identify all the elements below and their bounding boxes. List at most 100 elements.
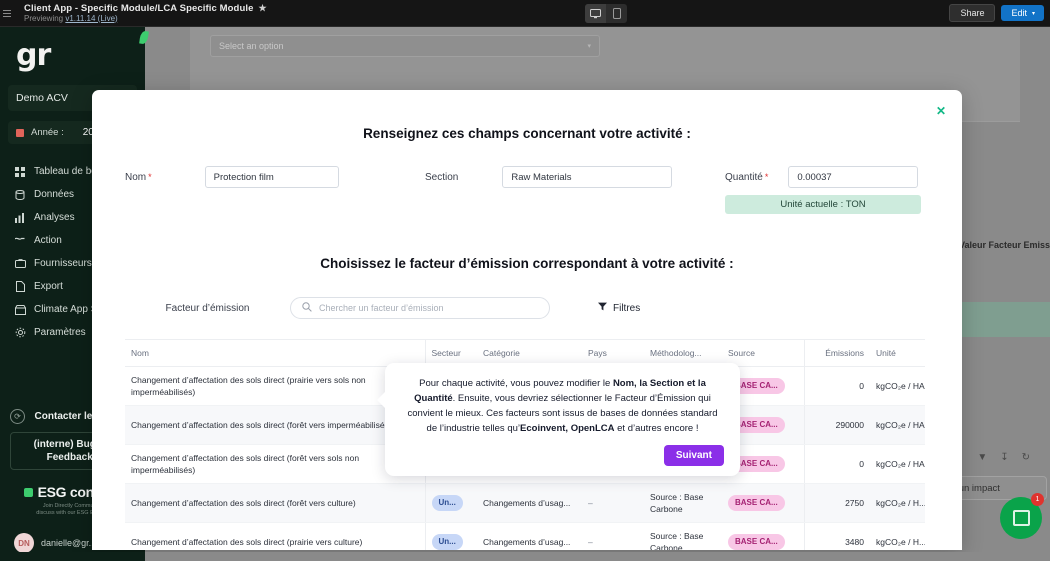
cell-unite: kgCO₂e / HA: [870, 444, 925, 484]
cell-emissions: 290000: [803, 405, 870, 445]
cell-methodologie: Source : Base Carbone: [644, 522, 722, 550]
table-row[interactable]: Changement d’affectation des sols direct…: [125, 483, 925, 523]
chevron-down-icon: ▾: [1031, 10, 1035, 17]
onboarding-tooltip-text: Pour chaque activité, vous pouvez modifi…: [401, 376, 724, 436]
grid-icon: [14, 166, 26, 177]
briefcase-icon: [14, 259, 26, 268]
flag-icon: [14, 236, 26, 246]
bg-column-header: Valeur Facteur Emiss: [958, 240, 1050, 250]
section-input[interactable]: Raw Materials: [502, 166, 673, 188]
cell-emissions: 3480: [803, 522, 870, 550]
calendar-icon: [16, 128, 24, 137]
brand-logo[interactable]: gr: [0, 27, 149, 81]
topbar-actions: Share Edit ▾: [949, 4, 1044, 22]
filters-button[interactable]: Filtres: [598, 302, 640, 314]
cell-categorie: Changements d’usag...: [477, 483, 582, 523]
source-badge: BASE CA...: [728, 534, 785, 550]
onboarding-tooltip-actions: Suivant: [401, 445, 724, 466]
drag-handle-icon[interactable]: [0, 0, 14, 27]
file-icon: [14, 281, 26, 292]
bg-select-option[interactable]: Select an option ▾: [210, 35, 600, 57]
logo-text: gr: [16, 38, 51, 73]
sidebar-item-label: Paramètres: [34, 327, 86, 338]
field-nom: Nom * Protection film: [125, 166, 425, 188]
database-icon: [14, 189, 26, 200]
cell-methodologie: Source : Base Carbone: [644, 483, 722, 523]
sidebar-item-label: Analyses: [34, 212, 75, 223]
cell-secteur: Un...: [424, 522, 477, 550]
search-icon: [302, 299, 312, 317]
source-badge: BASE CA...: [728, 495, 785, 511]
next-button[interactable]: Suivant: [663, 445, 724, 466]
bg-table-toolbar: ▼ ↧ ↻: [977, 452, 1030, 463]
section-label: Section: [425, 171, 459, 183]
secteur-badge: Un...: [431, 495, 463, 511]
close-icon[interactable]: ✕: [936, 104, 946, 118]
cell-nom: Changement d’affectation des sols direct…: [125, 405, 425, 445]
cell-pays: –: [582, 522, 644, 550]
edit-button[interactable]: Edit ▾: [1001, 5, 1044, 21]
col-unite: Unité: [870, 340, 925, 367]
preview-label: Previewing: [24, 13, 66, 23]
col-emissions: Émissions: [803, 340, 870, 367]
cell-nom: Changement d’affectation des sols direct…: [125, 522, 425, 550]
bottom-strip: [0, 552, 1050, 561]
share-button[interactable]: Share: [949, 4, 996, 22]
app-title-row: Client App - Specific Module/LCA Specifi…: [24, 3, 267, 14]
sidebar-item-label: Fournisseurs: [34, 258, 92, 269]
tooltip-bold-2: Ecoinvent, OpenLCA: [520, 423, 615, 434]
lifebuoy-icon: ⟳: [10, 409, 25, 424]
col-source: Source: [722, 340, 804, 367]
avatar: DN: [14, 533, 34, 553]
required-marker: *: [148, 171, 152, 182]
field-section: Section Raw Materials: [425, 166, 725, 188]
app-title: Client App - Specific Module/LCA Specifi…: [24, 2, 254, 14]
download-icon[interactable]: ↧: [1000, 452, 1008, 463]
filter-icon[interactable]: ▼: [977, 452, 987, 463]
sidebar-item-label: Données: [34, 189, 75, 200]
cell-unite: kgCO₂e / HA: [870, 366, 925, 406]
cell-emissions: 0: [803, 366, 870, 406]
editor-topbar: Client App - Specific Module/LCA Specifi…: [0, 0, 1050, 27]
mobile-icon[interactable]: [606, 4, 627, 23]
tooltip-text-part1: Pour chaque activité, vous pouvez modifi…: [419, 378, 613, 389]
star-icon[interactable]: ★: [258, 3, 266, 13]
edit-label: Edit: [1011, 8, 1027, 18]
bar-chart-icon: [14, 212, 26, 223]
chat-unread-badge: 1: [1031, 493, 1044, 506]
device-toggle-group[interactable]: [585, 4, 627, 23]
onboarding-tooltip: Pour chaque activité, vous pouvez modifi…: [377, 363, 740, 476]
app-root: Client App - Specific Module/LCA Specifi…: [0, 0, 1050, 561]
required-marker: *: [764, 171, 769, 182]
emission-factor-search-row: Facteur d’émission Chercher un facteur d…: [92, 297, 962, 319]
nom-label: Nom *: [125, 171, 152, 183]
search-input[interactable]: Chercher un facteur d’émission: [290, 297, 550, 319]
cell-unite: kgCO₂e / HA: [870, 405, 925, 445]
cell-unite: kgCO₂e / H...: [870, 483, 925, 523]
search-placeholder: Chercher un facteur d’émission: [319, 303, 444, 313]
version-link[interactable]: v1.11.14 (Live): [65, 14, 117, 23]
leaf-square-icon: [23, 487, 33, 497]
activity-modal: ✕ Renseignez ces champs concernant votre…: [92, 90, 962, 550]
bg-highlighted-cell: [955, 302, 1050, 337]
cell-categorie: Changements d’usag...: [477, 522, 582, 550]
store-icon: [14, 304, 26, 315]
chevron-down-icon: ▾: [587, 43, 591, 50]
cell-emissions: 0: [803, 444, 870, 484]
quantite-line: Quantité * 0.00037: [725, 166, 921, 188]
cell-unite: kgCO₂e / H...: [870, 522, 925, 550]
nom-input[interactable]: Protection film: [204, 166, 339, 188]
quantite-input[interactable]: 0.00037: [788, 166, 919, 188]
quantite-label: Quantité *: [725, 171, 769, 183]
cell-nom: Changement d’affectation des sols direct…: [125, 444, 425, 484]
filter-icon: [598, 302, 607, 314]
sidebar-item-label: Export: [34, 281, 63, 292]
bg-select-placeholder: Select an option: [219, 41, 284, 51]
gear-icon: [14, 327, 26, 338]
refresh-icon[interactable]: ↻: [1022, 452, 1030, 463]
cell-pays: –: [582, 483, 644, 523]
filters-label: Filtres: [613, 302, 641, 314]
sidebar-item-label: Action: [34, 235, 62, 246]
desktop-icon[interactable]: [585, 4, 606, 23]
table-row[interactable]: Changement d’affectation des sols direct…: [125, 522, 925, 550]
